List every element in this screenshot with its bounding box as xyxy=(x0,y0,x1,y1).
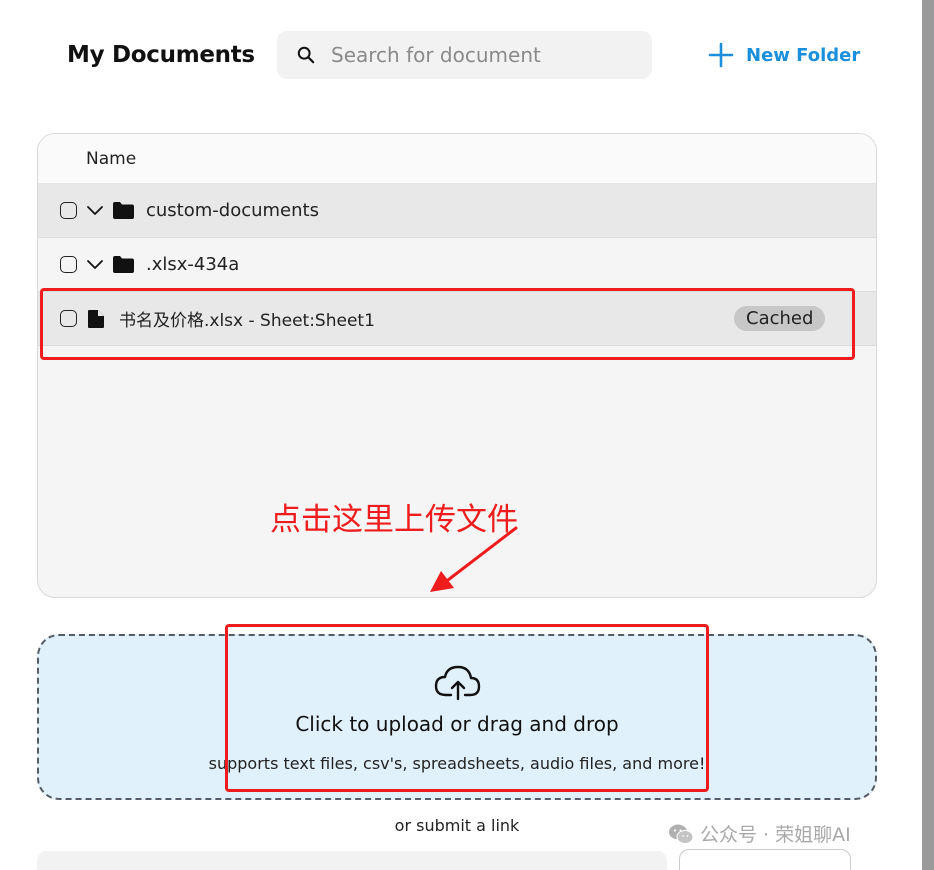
new-folder-label: New Folder xyxy=(746,44,861,66)
folder-icon xyxy=(113,202,134,219)
new-folder-button[interactable]: New Folder xyxy=(708,42,860,68)
row-label: .xlsx-434a xyxy=(146,254,240,275)
annotation-text: 点击这里上传文件 xyxy=(270,502,518,538)
link-input[interactable] xyxy=(37,851,667,870)
wechat-icon xyxy=(669,824,694,844)
documents-page: My Documents New Folder Name custom-docu… xyxy=(0,0,922,870)
watermark: 公众号 · 荣姐聊AI xyxy=(668,820,851,847)
table-row[interactable]: custom-documents xyxy=(38,184,876,238)
row-checkbox[interactable] xyxy=(60,256,77,273)
upload-title: Click to upload or drag and drop xyxy=(295,712,619,736)
column-header-name[interactable]: Name xyxy=(86,149,136,169)
chevron-down-icon[interactable] xyxy=(86,256,104,274)
row-label: custom-documents xyxy=(146,200,319,221)
cloud-upload-icon xyxy=(434,665,481,701)
search-input[interactable] xyxy=(331,43,631,67)
file-icon xyxy=(88,309,104,328)
search-bar[interactable] xyxy=(277,31,652,79)
folder-icon xyxy=(113,256,134,273)
table-row[interactable]: 书名及价格.xlsx - Sheet:Sheet1 Cached xyxy=(38,292,876,346)
link-submit-button[interactable] xyxy=(679,849,851,870)
page-title: My Documents xyxy=(67,42,255,68)
row-checkbox[interactable] xyxy=(60,310,77,327)
table-row[interactable]: .xlsx-434a xyxy=(38,238,876,292)
row-label: 书名及价格.xlsx - Sheet:Sheet1 xyxy=(119,311,375,331)
search-icon xyxy=(297,46,315,64)
upload-subtitle: supports text files, csv's, spreadsheets… xyxy=(208,754,706,773)
table-header: Name xyxy=(38,134,876,184)
scrollbar[interactable] xyxy=(922,0,934,870)
chevron-down-icon[interactable] xyxy=(86,202,104,220)
watermark-text: 公众号 · 荣姐聊AI xyxy=(700,824,851,846)
row-checkbox[interactable] xyxy=(60,202,77,219)
status-badge: Cached xyxy=(734,306,826,331)
plus-icon xyxy=(708,42,734,68)
